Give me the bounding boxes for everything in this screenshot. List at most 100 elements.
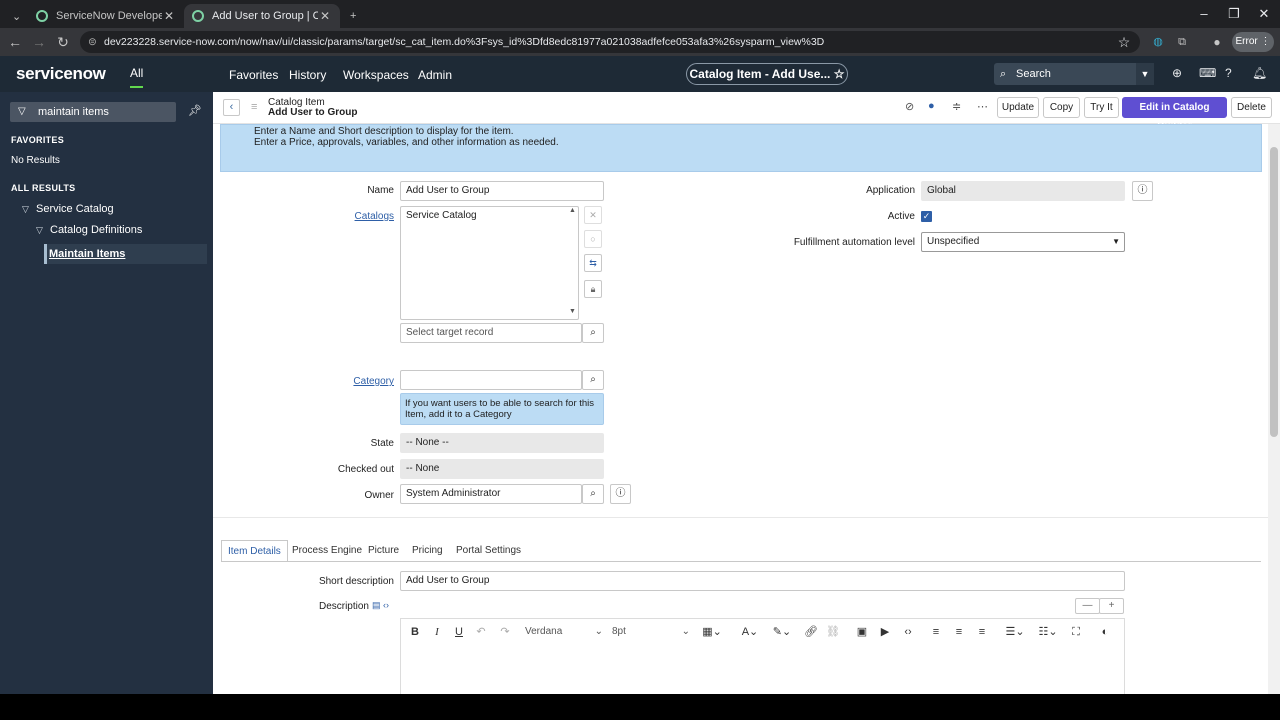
- tab-list-button[interactable]: ⌄: [0, 4, 28, 28]
- nav-workspaces[interactable]: Workspaces: [343, 68, 409, 82]
- undo-icon[interactable]: ↶: [473, 619, 489, 645]
- scroll-down-icon[interactable]: ▼: [569, 308, 576, 315]
- info-disabled-icon[interactable]: ○: [584, 230, 602, 248]
- tab-pricing[interactable]: Pricing: [406, 540, 449, 562]
- description-editor[interactable]: [400, 643, 1125, 694]
- reload-icon[interactable]: ↻: [51, 28, 75, 56]
- info-icon[interactable]: ⓘ: [610, 484, 631, 504]
- search-icon[interactable]: ⌕: [582, 323, 604, 343]
- back-button[interactable]: ‹: [223, 99, 240, 116]
- close-window-icon[interactable]: ✕: [1248, 0, 1280, 28]
- align-right-icon[interactable]: ≡: [974, 619, 990, 645]
- font-size-select[interactable]: 8pt ⌄: [612, 619, 692, 645]
- nav-favorites[interactable]: Favorites: [229, 68, 278, 82]
- font-family-select[interactable]: Verdana ⌄: [525, 619, 605, 645]
- search-icon[interactable]: ⌕: [582, 370, 604, 390]
- remove-icon[interactable]: ✕: [584, 206, 602, 224]
- bold-icon[interactable]: B: [407, 619, 423, 645]
- bullet-list-icon[interactable]: ☰⌄: [1002, 619, 1028, 645]
- text-color-icon[interactable]: A⌄: [737, 619, 763, 645]
- settings-sliders-icon[interactable]: ≑: [952, 100, 961, 113]
- owner-field[interactable]: System Administrator: [400, 484, 582, 504]
- extensions-puzzle-icon[interactable]: ⧉: [1170, 28, 1194, 56]
- numbered-list-icon[interactable]: ☷⌄: [1035, 619, 1061, 645]
- underline-icon[interactable]: U: [451, 619, 467, 645]
- scroll-up-icon[interactable]: ▲: [569, 207, 576, 214]
- filter-input[interactable]: ▽ maintain items: [10, 102, 176, 122]
- description-tools-icon[interactable]: ▤ ‹›: [372, 600, 389, 611]
- site-info-icon[interactable]: ⊜: [88, 31, 97, 53]
- info-icon[interactable]: ⓘ: [1132, 181, 1153, 201]
- servicenow-logo[interactable]: servicenow: [16, 64, 106, 84]
- short-description-field[interactable]: Add User to Group: [400, 571, 1125, 591]
- bell-icon[interactable]: 🔔︎: [1252, 66, 1267, 80]
- chat-icon[interactable]: ⌨: [1199, 66, 1216, 80]
- more-options-icon[interactable]: ⋯: [977, 100, 988, 113]
- delete-button[interactable]: Delete: [1231, 97, 1272, 118]
- category-label[interactable]: Category: [213, 376, 394, 387]
- image-icon[interactable]: ▣: [854, 619, 870, 645]
- unlink-icon[interactable]: ⛓︎: [825, 619, 841, 645]
- fulfillment-select[interactable]: Unspecified ▼: [921, 232, 1125, 252]
- lock-icon[interactable]: 🔒︎: [584, 280, 602, 298]
- help-icon[interactable]: ?: [1225, 66, 1232, 80]
- highlight-icon[interactable]: ✎⌄: [769, 619, 795, 645]
- update-button[interactable]: Update: [997, 97, 1039, 118]
- category-field[interactable]: [400, 370, 582, 390]
- browser-tab-add-user[interactable]: Add User to Group | Catalog Ite ✕: [184, 4, 340, 28]
- media-icon[interactable]: ▶: [877, 619, 893, 645]
- error-pill[interactable]: Error ⋮: [1232, 32, 1274, 52]
- nav-history[interactable]: History: [289, 68, 326, 82]
- contrast-icon[interactable]: ◐: [1097, 619, 1113, 645]
- name-field[interactable]: Add User to Group: [400, 181, 604, 201]
- tab-picture[interactable]: Picture: [362, 540, 405, 562]
- collapse-icon[interactable]: —: [1075, 598, 1100, 614]
- align-center-icon[interactable]: ≡: [951, 619, 967, 645]
- edit-list-icon[interactable]: ⇆: [584, 254, 602, 272]
- star-icon[interactable]: ☆: [834, 67, 845, 81]
- sidebar-item-service-catalog[interactable]: ▽ Service Catalog: [22, 203, 114, 215]
- global-search[interactable]: ⌕ Search ▼: [994, 63, 1154, 85]
- profile-icon[interactable]: ●: [1205, 28, 1229, 56]
- nav-admin[interactable]: Admin: [418, 68, 452, 82]
- redo-icon[interactable]: ↷: [497, 619, 513, 645]
- table-icon[interactable]: ▦⌄: [699, 619, 725, 645]
- catalogs-label[interactable]: Catalogs: [213, 211, 394, 222]
- close-tab-icon[interactable]: ✕: [162, 9, 176, 23]
- catalogs-list[interactable]: Service Catalog: [400, 206, 579, 320]
- pin-icon[interactable]: 📌︎: [188, 104, 202, 117]
- align-left-icon[interactable]: ≡: [928, 619, 944, 645]
- minimize-icon[interactable]: –: [1188, 0, 1220, 28]
- url-field[interactable]: ⊜ dev223228.service-now.com/now/nav/ui/c…: [80, 31, 1140, 53]
- close-tab-icon[interactable]: ✕: [318, 9, 332, 23]
- active-checkbox[interactable]: ✓: [921, 211, 932, 222]
- copy-button[interactable]: Copy: [1043, 97, 1080, 118]
- maximize-icon[interactable]: ❐: [1218, 0, 1250, 28]
- fullscreen-icon[interactable]: ⛶: [1068, 619, 1084, 645]
- tab-process-engine[interactable]: Process Engine: [286, 540, 368, 562]
- try-it-button[interactable]: Try It: [1084, 97, 1119, 118]
- link-icon[interactable]: 🔗︎: [803, 619, 819, 645]
- code-icon[interactable]: ‹›: [900, 619, 916, 645]
- all-menu-button[interactable]: All: [130, 66, 144, 88]
- tab-item-details[interactable]: Item Details: [221, 540, 288, 562]
- globe-icon[interactable]: ⊕: [1172, 66, 1182, 80]
- forward-arrow-icon[interactable]: →: [27, 28, 51, 56]
- context-pill[interactable]: Catalog Item - Add Use... ☆: [686, 63, 848, 85]
- bookmark-star-icon[interactable]: ☆: [1112, 28, 1136, 56]
- edit-in-catalog-builder-button[interactable]: Edit in Catalog Builder: [1122, 97, 1227, 132]
- attachment-icon[interactable]: ⊘: [905, 100, 914, 113]
- target-record-field[interactable]: Select target record: [400, 323, 582, 343]
- expand-icon[interactable]: +: [1099, 598, 1124, 614]
- extension-icon[interactable]: ◍: [1146, 28, 1170, 56]
- chevron-down-icon[interactable]: ▼: [1136, 63, 1154, 85]
- back-arrow-icon[interactable]: ←: [3, 28, 27, 56]
- search-icon[interactable]: ⌕: [582, 484, 604, 504]
- form-menu-icon[interactable]: ≡: [251, 101, 257, 113]
- sidebar-item-catalog-definitions[interactable]: ▽ Catalog Definitions: [36, 224, 142, 236]
- tab-portal-settings[interactable]: Portal Settings: [450, 540, 527, 562]
- help-circle-icon[interactable]: ●: [928, 100, 935, 112]
- browser-tab-developers[interactable]: ServiceNow Developers ✕: [28, 4, 184, 28]
- italic-icon[interactable]: I: [429, 619, 445, 645]
- scrollbar-thumb[interactable]: [1270, 147, 1278, 437]
